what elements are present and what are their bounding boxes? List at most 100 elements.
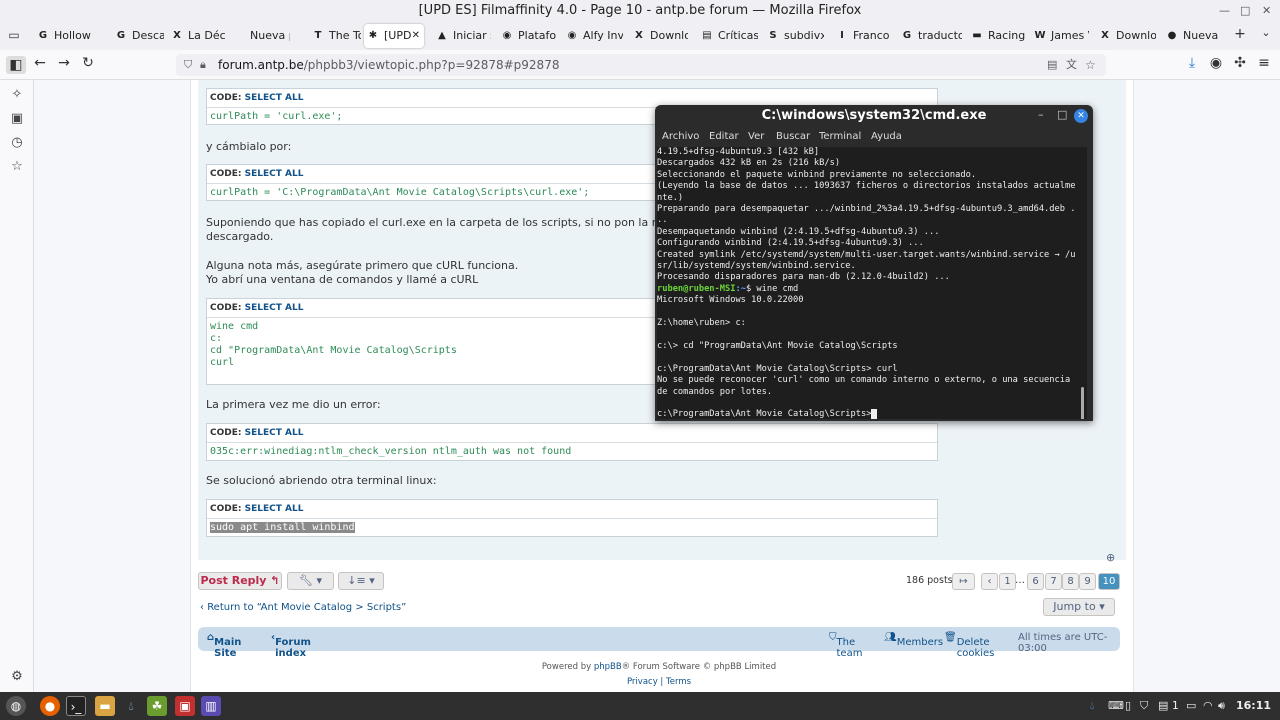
tab-close-icon[interactable]: ✕ bbox=[412, 24, 420, 48]
back-to-top-icon[interactable]: ⊕ bbox=[1106, 551, 1115, 564]
select-all-link[interactable]: SELECT ALL bbox=[245, 303, 304, 313]
forward-icon[interactable]: → bbox=[54, 55, 74, 71]
terminal-menu-item[interactable]: Buscar bbox=[776, 131, 810, 142]
reload-icon[interactable]: ↻ bbox=[78, 55, 98, 71]
translate-icon[interactable]: 文 bbox=[1066, 54, 1077, 76]
browser-tab[interactable]: I Franco bbox=[833, 24, 891, 48]
network-drop-icon[interactable]: 💧︎ bbox=[1090, 699, 1094, 713]
browser-tab[interactable]: ▤ Críticas bbox=[698, 24, 758, 48]
terminal-menu-item[interactable]: Archivo bbox=[662, 131, 699, 142]
page-number[interactable]: 7 bbox=[1045, 573, 1062, 590]
reader-view-icon[interactable]: ▤ bbox=[1047, 54, 1057, 76]
ai-chatbot-icon[interactable]: ✧ bbox=[8, 86, 26, 104]
terminal-minimize-icon[interactable]: – bbox=[1038, 108, 1044, 121]
browser-tab[interactable]: ◉ Alfy Inv bbox=[563, 24, 623, 48]
back-icon[interactable]: ← bbox=[30, 55, 50, 71]
minimize-icon[interactable]: — bbox=[1219, 0, 1230, 22]
browser-tab[interactable]: ✱ [UPD ✕ bbox=[364, 24, 424, 48]
bookmarks-icon[interactable]: ☆ bbox=[8, 158, 26, 176]
terminal-close-icon[interactable]: ✕ bbox=[1074, 109, 1088, 123]
browser-tab[interactable]: ▲ Iniciar s bbox=[433, 24, 491, 48]
list-tabs-icon[interactable]: ⌄ bbox=[1256, 26, 1276, 39]
browser-tab[interactable]: T The Tox bbox=[309, 24, 361, 48]
keyboard-icon[interactable]: ⌨ bbox=[1108, 699, 1124, 712]
browser-tab[interactable]: G Descarg bbox=[112, 24, 164, 48]
sort-button[interactable]: ↓≡ ▾ bbox=[338, 572, 384, 590]
browser-tab[interactable]: ◉ Platafor bbox=[498, 24, 556, 48]
privacy-link[interactable]: Privacy bbox=[627, 677, 658, 687]
menu-icon[interactable]: ≡ bbox=[1254, 55, 1274, 71]
forum-index-link[interactable]: ‹ Forum index bbox=[271, 632, 311, 659]
shield-icon[interactable]: ⛉ bbox=[1140, 699, 1148, 713]
extensions-icon[interactable]: ✣ bbox=[1230, 55, 1250, 71]
terminal-screen[interactable]: 4.19.5+dfsg-4ubuntu9.3 [432 kB] Descarga… bbox=[657, 147, 1087, 419]
tools-button[interactable]: 🔧︎ ▾ bbox=[287, 572, 334, 590]
page-number[interactable]: 6 bbox=[1027, 573, 1044, 590]
members-link[interactable]: 👥︎ Members bbox=[884, 632, 943, 648]
sidebar-toggle-icon[interactable]: ◧ bbox=[6, 56, 26, 74]
synced-tabs-icon[interactable]: ▣ bbox=[8, 110, 26, 128]
new-tab-icon[interactable]: + bbox=[1230, 26, 1250, 42]
page-number[interactable]: 10 bbox=[1098, 573, 1120, 590]
browser-tab[interactable]: X La Décin bbox=[168, 24, 226, 48]
page-number[interactable]: 1 bbox=[999, 573, 1016, 590]
tab-overview-icon[interactable]: ▭ bbox=[4, 28, 24, 42]
page-number[interactable]: 9 bbox=[1079, 573, 1096, 590]
terminal-menu-item[interactable]: Ayuda bbox=[871, 131, 902, 142]
browser-tab[interactable]: Nueva pes bbox=[230, 24, 290, 48]
page-number[interactable]: 8 bbox=[1062, 573, 1079, 590]
terminal-menu-item[interactable]: Editar bbox=[709, 131, 739, 142]
browser-tab[interactable]: X Downlo bbox=[1096, 24, 1156, 48]
clipboard-icon[interactable]: ▯ bbox=[1125, 699, 1131, 712]
return-link[interactable]: ‹ Return to “Ant Movie Catalog > Scripts… bbox=[200, 602, 406, 613]
browser-tab[interactable]: Ssubdivx bbox=[764, 24, 824, 48]
close-icon[interactable]: ✕ bbox=[1262, 0, 1271, 22]
the-team-link[interactable]: ⛉ The team bbox=[829, 632, 862, 659]
jump-to-dropdown[interactable]: Jump to ▾ bbox=[1043, 598, 1115, 616]
maximize-icon[interactable]: □ bbox=[1240, 0, 1250, 22]
terminal-window[interactable]: C:\windows\system32\cmd.exe – □ ✕ Archiv… bbox=[655, 105, 1093, 421]
volume-icon[interactable]: 🔊︎ bbox=[1218, 699, 1225, 713]
select-all-link[interactable]: SELECT ALL bbox=[245, 428, 304, 438]
terminal-maximize-icon[interactable]: □ bbox=[1057, 108, 1067, 121]
water-drop-icon[interactable]: 💧︎ bbox=[121, 696, 141, 716]
display-icon[interactable]: ▭ bbox=[1186, 699, 1196, 712]
film-icon[interactable]: ▥ bbox=[201, 696, 221, 716]
terminal-menu-item[interactable]: Terminal bbox=[819, 131, 861, 142]
jump-page-icon[interactable]: ↦ bbox=[952, 573, 975, 590]
account-icon[interactable]: ◉ bbox=[1206, 55, 1226, 71]
browser-tab[interactable]: X Downlo bbox=[630, 24, 688, 48]
delete-cookies-link[interactable]: 🗑︎ Delete cookies bbox=[944, 632, 994, 659]
phpbb-link[interactable]: phpBB bbox=[594, 662, 622, 672]
bookmark-star-icon[interactable]: ☆ bbox=[1085, 54, 1096, 76]
terminal-scrollbar[interactable] bbox=[1081, 387, 1084, 419]
browser-tab[interactable]: W James V bbox=[1031, 24, 1089, 48]
game-icon[interactable]: ☘ bbox=[147, 696, 167, 716]
workspace-icon[interactable]: ▤ 1 bbox=[1158, 699, 1179, 712]
firefox-icon[interactable]: ● bbox=[40, 696, 60, 716]
history-icon[interactable]: ◷ bbox=[8, 134, 26, 152]
browser-tab[interactable]: Gtraducto bbox=[898, 24, 962, 48]
select-all-link[interactable]: SELECT ALL bbox=[245, 169, 304, 179]
url-bar[interactable]: ⛉ 🔒︎ forum.antp.be/phpbb3/viewtopic.php?… bbox=[176, 54, 1106, 76]
select-all-link[interactable]: SELECT ALL bbox=[245, 93, 304, 103]
terminal-app-icon[interactable]: ›_ bbox=[66, 696, 86, 716]
main-site-link[interactable]: ⌂ Main Site bbox=[207, 632, 241, 659]
site-info-icon[interactable]: ⛉ bbox=[184, 54, 192, 76]
app-icon[interactable]: ▣ bbox=[175, 696, 195, 716]
mint-menu-icon[interactable]: ◍ bbox=[6, 696, 26, 716]
tab-label: Franco bbox=[853, 29, 890, 42]
customize-sidebar-icon[interactable]: ⚙ bbox=[8, 668, 26, 686]
prev-page-icon[interactable]: ‹ bbox=[981, 573, 998, 590]
files-icon[interactable]: ▬ bbox=[95, 696, 115, 716]
browser-tab[interactable]: G Hollow I bbox=[34, 24, 92, 48]
terms-link[interactable]: Terms bbox=[666, 677, 691, 687]
downloads-icon[interactable]: ⤓ bbox=[1182, 55, 1202, 71]
browser-tab[interactable]: ● Nueva p bbox=[1163, 24, 1219, 48]
browser-tab[interactable]: ▬ Racing bbox=[968, 24, 1025, 48]
post-reply-button[interactable]: Post Reply ↰ bbox=[198, 572, 282, 590]
select-all-link[interactable]: SELECT ALL bbox=[245, 504, 304, 514]
terminal-menu-item[interactable]: Ver bbox=[748, 131, 764, 142]
clock[interactable]: 16:11 bbox=[1236, 699, 1271, 712]
wifi-icon[interactable]: ◠ bbox=[1203, 699, 1213, 712]
